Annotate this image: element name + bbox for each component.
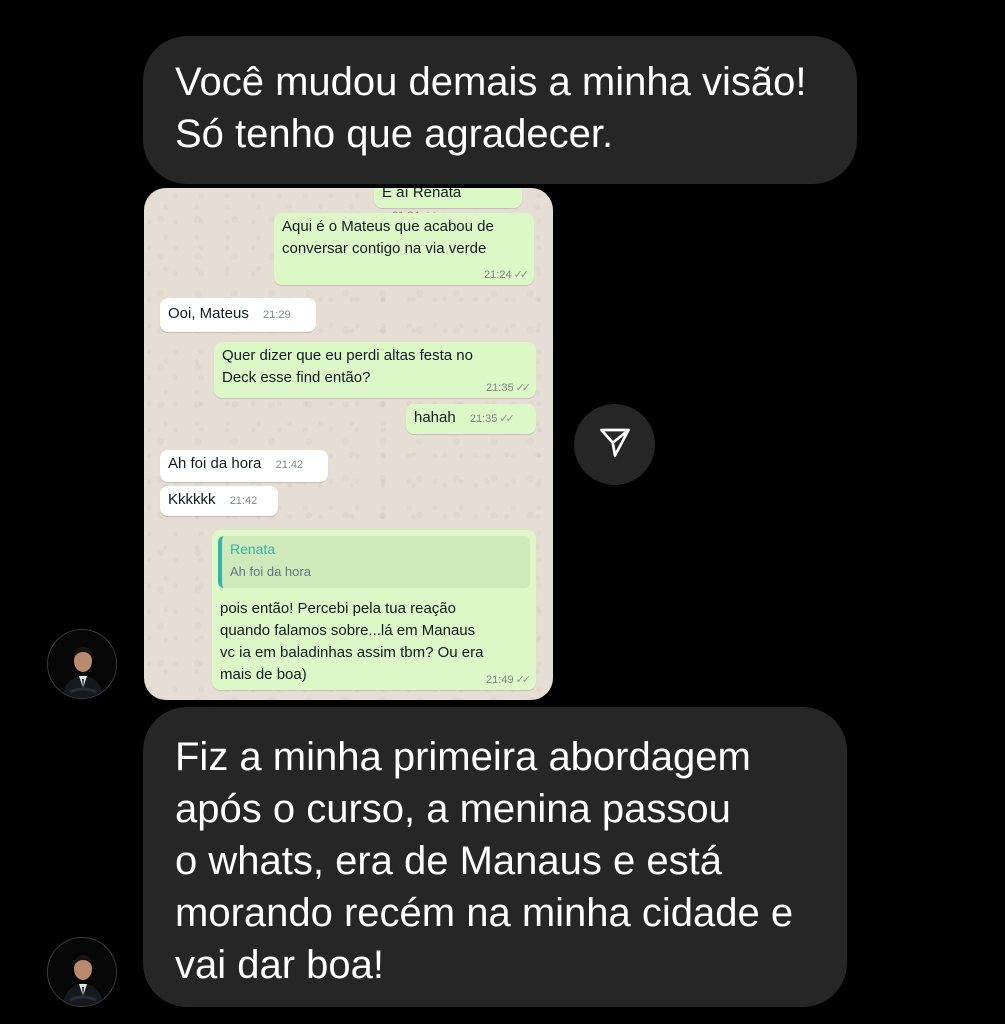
message-bubble-thanks[interactable]: Você mudou demais a minha visão! Só tenh…	[143, 36, 857, 184]
double-check-icon: ✓✓	[515, 382, 532, 394]
wa-message-time: 21:42	[275, 459, 304, 471]
profile-photo	[48, 938, 116, 1006]
profile-avatar[interactable]	[47, 937, 117, 1007]
wa-message-time: 21:35 ✓✓	[469, 413, 515, 425]
wa-message-incoming: Ooi, Mateus 21:29	[160, 298, 316, 332]
message-line: após o curso, a menina passou	[175, 787, 731, 831]
message-line: vai dar boa!	[175, 943, 385, 987]
whatsapp-screenshot-image[interactable]: E aí Renata 21:24✓✓ Aqui é o Mateus que …	[144, 188, 553, 700]
wa-message-time: 21:49 ✓✓	[486, 674, 532, 686]
wa-message-text: pois então! Percebi pela tua reação	[220, 600, 456, 617]
wa-message-text: quando falamos sobre...lá em Manaus	[220, 622, 476, 639]
wa-message-text: Kkkkkk	[168, 491, 216, 508]
double-check-icon: ✓✓	[499, 413, 515, 425]
wa-message-text: Ooi, Mateus	[168, 305, 249, 322]
message-line: o whats, era de Manaus e está	[175, 839, 722, 883]
send-icon	[597, 424, 633, 465]
message-line: morando recém na minha cidade e	[175, 891, 794, 935]
quoted-text: Ah foi da hora	[230, 564, 311, 579]
wa-message-incoming: Ah foi da hora 21:42	[160, 450, 328, 482]
wa-message-text: vc ia em baladinhas assim tbm? Ou era	[220, 644, 484, 661]
message-line: Fiz a minha primeira abordagem	[175, 735, 751, 779]
wa-message-text: E aí Renata	[382, 188, 462, 201]
profile-photo	[48, 630, 116, 698]
wa-message-time: 21:24✓✓	[484, 269, 530, 281]
wa-message-outgoing: Quer dizer que eu perdi altas festa no D…	[214, 342, 536, 398]
wa-message-outgoing: hahah 21:35 ✓✓	[406, 404, 536, 434]
share-button[interactable]	[574, 404, 655, 485]
wa-message-outgoing: E aí Renata 21:24✓✓	[374, 188, 522, 222]
wa-message-reply: Renata Ah foi da hora pois então! Perceb…	[212, 530, 536, 690]
message-bubble-testimonial[interactable]: Fiz a minha primeira abordagem após o cu…	[143, 707, 847, 1007]
wa-message-time: 21:29	[263, 309, 291, 321]
wa-message-text: Aqui é o Mateus que acabou de	[282, 218, 494, 235]
double-check-icon: ✓✓	[513, 269, 530, 281]
message-line: Só tenho que agradecer.	[175, 112, 614, 156]
message-line: Você mudou demais a minha visão!	[175, 60, 807, 104]
quoted-author: Renata	[230, 541, 276, 557]
wa-message-time: 21:42	[229, 495, 258, 507]
wa-message-outgoing: Aqui é o Mateus que acabou de conversar …	[274, 213, 534, 285]
wa-message-text: mais de boa)	[220, 666, 307, 683]
wa-message-text: Quer dizer que eu perdi altas festa no	[222, 347, 473, 364]
profile-avatar[interactable]	[47, 629, 117, 699]
wa-message-incoming: Kkkkkk 21:42	[160, 486, 278, 516]
wa-message-text: Deck esse find então?	[222, 369, 371, 386]
quoted-message: Renata Ah foi da hora	[218, 536, 530, 588]
wa-message-text: hahah	[414, 409, 456, 426]
wa-message-time: 21:35 ✓✓	[486, 382, 532, 394]
wa-message-text: Ah foi da hora	[168, 455, 262, 472]
double-check-icon: ✓✓	[515, 674, 532, 686]
wa-message-text: conversar contigo na via verde	[282, 240, 487, 257]
